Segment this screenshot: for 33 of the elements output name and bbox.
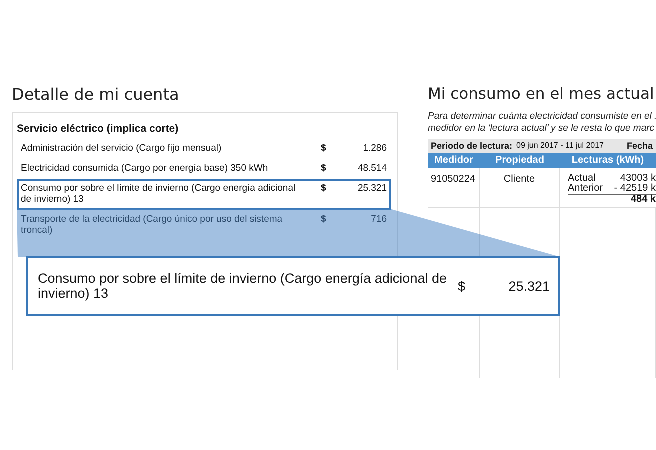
reading-label: Anterior xyxy=(568,184,604,194)
column-header: Medidor xyxy=(434,154,474,168)
period-value: 09 jun 2017 - 11 jul 2017 xyxy=(516,141,604,151)
section-heading: Mi consumo en el mes actual xyxy=(428,85,656,103)
column-header: Lecturas (kWh) xyxy=(570,154,646,168)
charge-description: Electricidad consumida (Cargo por energía base) 350 kWh xyxy=(21,163,270,174)
table-cell: Cliente xyxy=(480,168,560,207)
charge-description: Consumo por sobre el límite de invierno (Cargo energía adicional de invierno) 13 xyxy=(38,271,448,301)
charge-description: Transporte de la electricidad (Cargo único por uso del sistema troncal) xyxy=(21,214,284,236)
table-cell: 91050224 xyxy=(428,168,480,207)
card-title: Servicio eléctrico (implica corte) xyxy=(17,123,180,135)
charge-amount: 1.286 xyxy=(362,143,387,154)
currency-sign: $ xyxy=(321,163,328,174)
currency-sign: $ xyxy=(321,183,328,196)
currency-sign: $ xyxy=(458,278,467,294)
section-heading: Detalle de mi cuenta xyxy=(12,85,180,104)
charge-amount: 716 xyxy=(370,214,387,227)
reading-total: 484 k xyxy=(630,195,656,205)
intro-text: Para determinar cuánta electricidad consumiste en el . xyxy=(428,111,656,123)
reading-value: - 42519 k xyxy=(614,184,656,194)
reading-value: 43003 k xyxy=(620,174,656,184)
date-label: Fecha xyxy=(626,141,653,151)
charge-amount: 48.514 xyxy=(356,163,387,174)
charge-amount: 25.321 xyxy=(356,183,387,196)
charge-description: Administración del servicio (Cargo fijo mensual) xyxy=(21,143,223,154)
period-label: Periodo de lectura: xyxy=(431,141,513,151)
currency-sign: $ xyxy=(321,143,328,154)
charge-amount: 25.321 xyxy=(508,278,550,294)
column-header: Propiedad xyxy=(494,154,546,168)
charge-description: Consumo por sobre el límite de invierno (Cargo energía adicional de invierno) 13 xyxy=(21,183,297,205)
currency-sign: $ xyxy=(321,214,328,227)
reading-label: Actual xyxy=(568,174,596,184)
intro-text: medidor en la ‘lectura actual’ y se le resta lo que marc xyxy=(428,123,656,135)
